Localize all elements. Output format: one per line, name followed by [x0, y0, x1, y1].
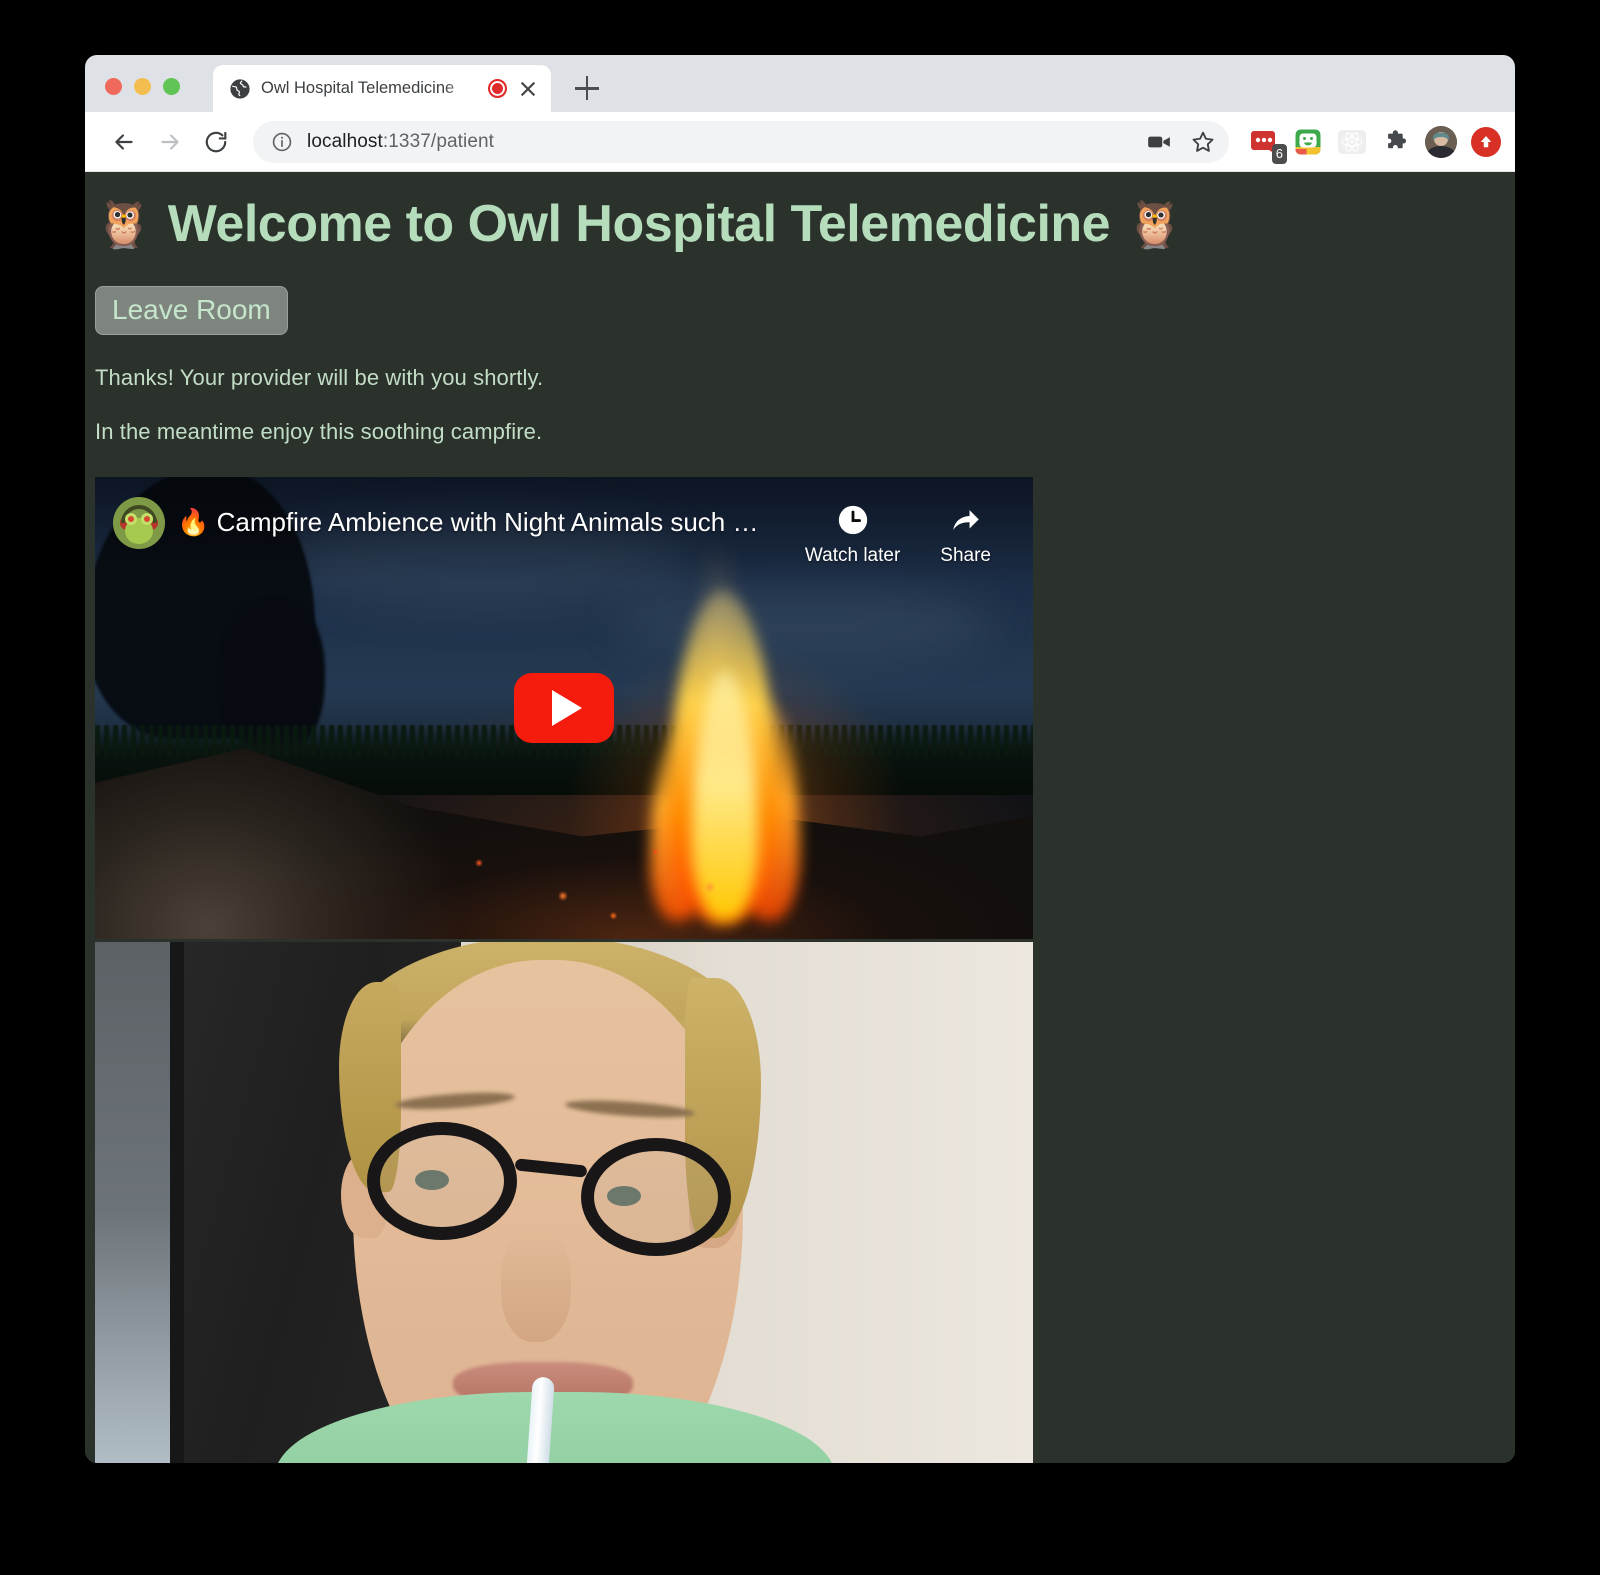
- youtube-play-button[interactable]: [514, 673, 614, 744]
- bookmark-star-icon[interactable]: [1185, 124, 1221, 160]
- tab-title: Owl Hospital Telemedicine: [261, 79, 455, 97]
- red-chat-extension-icon[interactable]: 6: [1249, 127, 1287, 164]
- extensions-bar: 6: [1249, 125, 1501, 164]
- page-title-text: Welcome to Owl Hospital Telemedicine: [167, 195, 1111, 253]
- panel-edge: [170, 942, 185, 1463]
- nose: [501, 1232, 571, 1343]
- page-content: 🦉 Welcome to Owl Hospital Telemedicine 🦉…: [85, 172, 1515, 1463]
- maximize-window-button[interactable]: [163, 78, 180, 95]
- new-tab-button[interactable]: [573, 74, 601, 102]
- campfire-intro-text: In the meantime enjoy this soothing camp…: [95, 419, 543, 445]
- close-icon[interactable]: [517, 78, 539, 100]
- patient-webcam-feed[interactable]: [95, 942, 1033, 1463]
- url-path: :1337/patient: [382, 130, 495, 152]
- left-panel: [95, 942, 171, 1463]
- share-label: Share: [940, 545, 991, 567]
- lens-right: [581, 1138, 731, 1257]
- url-text: localhost:1337/patient: [307, 131, 1127, 153]
- page-title: 🦉 Welcome to Owl Hospital Telemedicine 🦉: [95, 194, 1515, 254]
- owl-emoji-left: 🦉: [95, 198, 152, 250]
- camera-icon[interactable]: [1141, 124, 1177, 160]
- glowing-embers: [395, 819, 815, 930]
- back-button[interactable]: [103, 121, 145, 163]
- provider-status-text: Thanks! Your provider will be with you s…: [95, 365, 544, 391]
- share-arrow-icon: [952, 510, 979, 531]
- forward-button[interactable]: [149, 121, 191, 163]
- browser-window: Owl Hospital Telemedicine localhost:1337…: [85, 55, 1515, 1463]
- browser-toolbar: localhost:1337/patient 6: [85, 112, 1515, 172]
- lens-left: [367, 1122, 517, 1241]
- frog-with-headphones-avatar[interactable]: [113, 497, 165, 550]
- minimize-window-button[interactable]: [134, 78, 151, 95]
- campfire-video-embed[interactable]: 🔥 Campfire Ambience with Night Animals s…: [95, 477, 1033, 940]
- video-actions: Watch later Share: [805, 503, 991, 567]
- glasses-bridge: [514, 1158, 588, 1179]
- close-window-button[interactable]: [105, 78, 122, 95]
- video-header: 🔥 Campfire Ambience with Night Animals s…: [95, 477, 1033, 577]
- update-chrome-icon[interactable]: [1471, 126, 1501, 157]
- browser-tab[interactable]: Owl Hospital Telemedicine: [213, 65, 551, 112]
- globe-icon: [229, 78, 251, 100]
- address-bar[interactable]: localhost:1337/patient: [253, 120, 1229, 163]
- url-host: localhost: [307, 130, 383, 152]
- omnibox-actions: [1141, 124, 1221, 160]
- extension-badge-count: 6: [1271, 143, 1287, 164]
- leave-room-button[interactable]: Leave Room: [95, 286, 288, 336]
- play-triangle-icon: [552, 690, 582, 727]
- watch-later-label: Watch later: [804, 545, 901, 567]
- share-button[interactable]: Share: [940, 503, 991, 567]
- recording-dot-icon[interactable]: [488, 79, 507, 98]
- video-title[interactable]: 🔥 Campfire Ambience with Night Animals s…: [177, 505, 793, 540]
- eyeglasses: [367, 1122, 731, 1257]
- profile-avatar[interactable]: [1425, 125, 1457, 158]
- react-devtools-extension-icon[interactable]: [1337, 127, 1367, 157]
- puzzle-extensions-icon[interactable]: [1381, 127, 1411, 157]
- site-info-icon[interactable]: [271, 131, 293, 153]
- tab-strip: Owl Hospital Telemedicine: [85, 55, 1515, 112]
- green-smiley-extension-icon[interactable]: [1293, 127, 1323, 157]
- owl-emoji-right: 🦉: [1126, 198, 1183, 250]
- watch-later-button[interactable]: Watch later: [805, 503, 900, 567]
- window-traffic-lights: [105, 78, 180, 95]
- reload-button[interactable]: [195, 121, 237, 163]
- clock-icon: [838, 506, 867, 535]
